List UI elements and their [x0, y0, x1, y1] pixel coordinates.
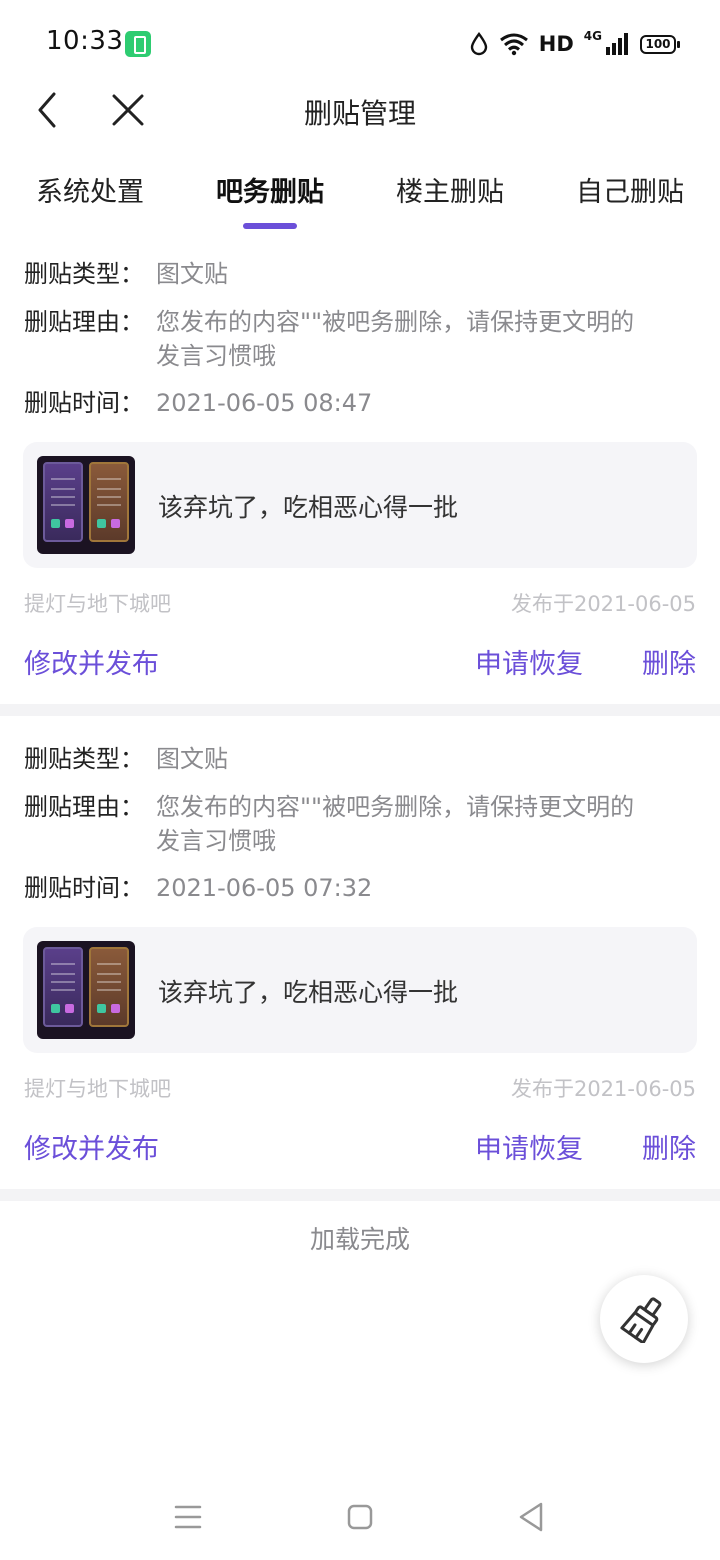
card-separator — [0, 704, 720, 716]
load-complete-text: 加载完成 — [309, 1225, 410, 1254]
post-thumbnail — [37, 456, 135, 554]
delete-type-label: 删贴类型： — [24, 745, 144, 773]
battery-saver-app-icon — [125, 31, 151, 57]
thumbnail-card-left — [43, 462, 83, 542]
delete-time-value: 2021-06-05 08:47 — [156, 389, 373, 417]
forum-name[interactable]: 提灯与地下城吧 — [24, 1073, 171, 1103]
delete-reason-label: 删贴理由： — [24, 308, 144, 336]
edit-and-publish-button[interactable]: 修改并发布 — [24, 642, 159, 681]
post-text: 该弃坑了，吃相恶心得一批 — [158, 978, 459, 1007]
tab-op-deleted[interactable]: 楼主删贴 — [360, 170, 540, 209]
delete-type-row: 删贴类型： 图文贴 — [24, 257, 696, 291]
tab-bar: 系统处置 吧务删贴 楼主删贴 自己删贴 — [0, 160, 720, 240]
delete-button[interactable]: 删除 — [642, 642, 696, 681]
network-type-label: 4G — [583, 29, 602, 43]
status-time: 10:33 — [46, 26, 124, 56]
tab-self-deleted[interactable]: 自己删贴 — [540, 170, 720, 209]
network-hd-label: HD — [538, 32, 574, 56]
tab-moderator-deleted[interactable]: 吧务删贴 — [180, 170, 360, 209]
thumbnail-card-right — [89, 462, 129, 542]
delete-reason-value: 您发布的内容""被吧务删除，请保持更文明的 发言习惯哦 — [156, 790, 634, 858]
wifi-icon — [499, 33, 528, 56]
post-actions: 修改并发布 申请恢复 删除 — [24, 642, 696, 686]
delete-type-value: 图文贴 — [156, 260, 228, 288]
battery-icon: 100 — [640, 34, 680, 54]
status-indicators: HD 4G 100 — [469, 28, 680, 60]
thumbnail-card-left — [43, 947, 83, 1027]
delete-time-row: 删贴时间： 2021-06-05 07:32 — [24, 871, 696, 905]
clean-fab-button[interactable] — [600, 1275, 688, 1363]
delete-reason-line-1: 您发布的内容""被吧务删除，请保持更文明的 — [156, 793, 635, 821]
triangle-back-icon[interactable] — [516, 1501, 546, 1533]
delete-time-label: 删贴时间： — [24, 389, 144, 417]
delete-button[interactable]: 删除 — [642, 1127, 696, 1166]
delete-time-value: 2021-06-05 07:32 — [156, 874, 373, 902]
forum-name[interactable]: 提灯与地下城吧 — [24, 588, 171, 618]
thumbnail-card-right — [89, 947, 129, 1027]
request-restore-button[interactable]: 申请恢复 — [475, 1127, 583, 1166]
delete-time-row: 删贴时间： 2021-06-05 08:47 — [24, 386, 696, 420]
delete-reason-value: 您发布的内容""被吧务删除，请保持更文明的 发言习惯哦 — [156, 305, 634, 373]
post-actions: 修改并发布 申请恢复 删除 — [24, 1127, 696, 1171]
post-preview[interactable]: 该弃坑了，吃相恶心得一批 — [23, 927, 697, 1053]
post-preview[interactable]: 该弃坑了，吃相恶心得一批 — [23, 442, 697, 568]
publish-date: 发布于2021-06-05 — [510, 592, 696, 616]
edit-and-publish-button[interactable]: 修改并发布 — [24, 1127, 159, 1166]
status-bar: 10:33 HD 4G 100 — [0, 0, 720, 88]
delete-reason-line-2: 发言习惯哦 — [156, 342, 276, 370]
deleted-post-card: 删贴类型： 图文贴 删贴理由： 您发布的内容""被吧务删除，请保持更文明的 发言… — [0, 725, 720, 1189]
active-tab-indicator — [243, 223, 297, 229]
publish-date: 发布于2021-06-05 — [510, 1077, 696, 1101]
delete-reason-line-2: 发言习惯哦 — [156, 827, 276, 855]
signal-icon — [606, 33, 628, 55]
delete-reason-line-1: 您发布的内容""被吧务删除，请保持更文明的 — [156, 308, 635, 336]
card-separator — [0, 1189, 720, 1201]
broom-icon — [620, 1297, 662, 1343]
page-title: 删贴管理 — [303, 97, 416, 130]
delete-reason-row: 删贴理由： 您发布的内容""被吧务删除，请保持更文明的 发言习惯哦 — [24, 305, 696, 373]
delete-reason-label: 删贴理由： — [24, 793, 144, 821]
menu-icon[interactable] — [174, 1504, 202, 1530]
delete-reason-row: 删贴理由： 您发布的内容""被吧务删除，请保持更文明的 发言习惯哦 — [24, 790, 696, 858]
delete-type-row: 删贴类型： 图文贴 — [24, 742, 696, 776]
request-restore-button[interactable]: 申请恢复 — [475, 642, 583, 681]
post-text: 该弃坑了，吃相恶心得一批 — [158, 493, 459, 522]
delete-time-label: 删贴时间： — [24, 874, 144, 902]
delete-type-value: 图文贴 — [156, 745, 228, 773]
deleted-post-card: 删贴类型： 图文贴 删贴理由： 您发布的内容""被吧务删除，请保持更文明的 发言… — [0, 240, 720, 704]
system-nav-bar — [0, 1480, 720, 1560]
tab-system-handling[interactable]: 系统处置 — [0, 170, 180, 209]
data-saver-icon — [470, 32, 487, 56]
nav-bar: 删贴管理 — [0, 80, 720, 140]
home-square-icon[interactable] — [346, 1503, 374, 1531]
post-thumbnail — [37, 941, 135, 1039]
delete-type-label: 删贴类型： — [24, 260, 144, 288]
